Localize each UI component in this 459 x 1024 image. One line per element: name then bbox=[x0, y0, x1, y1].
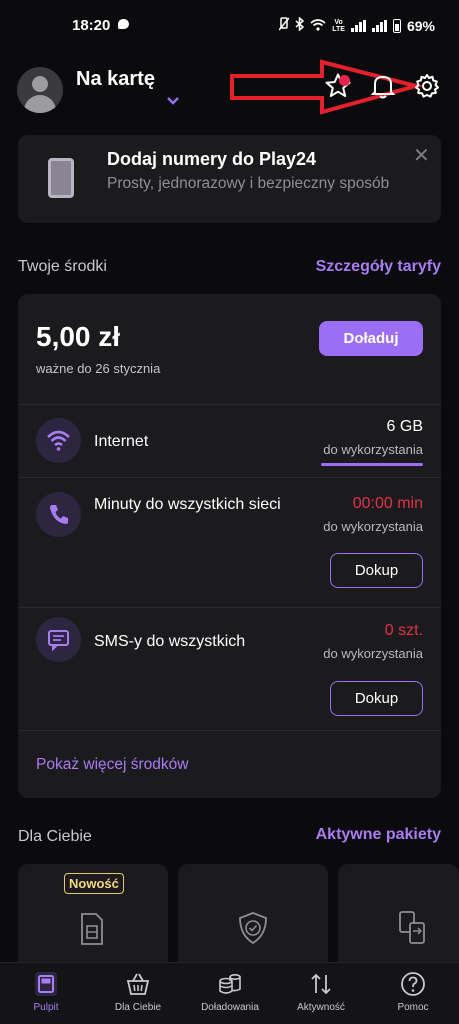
minutes-label: Minuty do wszystkich sieci bbox=[94, 496, 281, 513]
signal-2-icon bbox=[371, 19, 387, 32]
notification-dot bbox=[339, 75, 350, 86]
nav-activity[interactable]: Aktywność bbox=[275, 963, 367, 1024]
battery-icon bbox=[392, 18, 401, 33]
play24-banner[interactable]: Dodaj numery do Play24 Prosty, jednorazo… bbox=[18, 135, 441, 223]
banner-title: Dodaj numery do Play24 bbox=[107, 149, 317, 169]
close-icon[interactable]: ✕ bbox=[413, 143, 430, 168]
status-icons: Vo LTE 69% bbox=[278, 16, 435, 34]
nav-topups[interactable]: Doładowania bbox=[184, 963, 276, 1024]
balance-card: 5,00 zł ważne do 26 stycznia Doładuj Int… bbox=[18, 294, 441, 798]
basket-icon bbox=[126, 973, 150, 995]
avatar[interactable] bbox=[17, 67, 63, 113]
avatar-body bbox=[24, 95, 56, 113]
volte-icon: Vo LTE bbox=[332, 18, 345, 33]
sms-icon bbox=[36, 617, 81, 662]
internet-value: 6 GB bbox=[386, 418, 423, 435]
topup-button[interactable]: Doładuj bbox=[319, 321, 423, 356]
sms-sub: do wykorzystania bbox=[323, 646, 423, 661]
signal-1-icon bbox=[350, 19, 366, 32]
balance-section-title: Twoje środki bbox=[18, 258, 107, 275]
divider bbox=[18, 477, 441, 478]
buy-minutes-button[interactable]: Dokup bbox=[330, 553, 423, 588]
nav-help[interactable]: Pomoc bbox=[367, 963, 459, 1024]
balance-amount: 5,00 zł bbox=[36, 321, 121, 352]
for-you-title: Dla Ciebie bbox=[18, 828, 92, 845]
tariff-details-link[interactable]: Szczegóły taryfy bbox=[316, 258, 441, 276]
offer-tile-sim[interactable]: Nowość bbox=[18, 864, 168, 964]
status-bar: 18:20 Vo LTE 69% bbox=[0, 0, 459, 54]
nav-activity-label: Aktywność bbox=[297, 1002, 345, 1013]
balance-valid-until: ważne do 26 stycznia bbox=[36, 361, 161, 376]
help-icon bbox=[401, 972, 425, 996]
battery-percent: 69% bbox=[406, 17, 435, 34]
sms-label: SMS-y do wszystkich bbox=[94, 633, 246, 650]
divider bbox=[18, 607, 441, 608]
wifi-icon bbox=[36, 418, 81, 463]
gear-icon[interactable] bbox=[413, 72, 441, 100]
active-packages-link[interactable]: Aktywne pakiety bbox=[316, 826, 441, 844]
phone-icon bbox=[36, 492, 81, 537]
divider bbox=[18, 730, 441, 731]
status-time: 18:20 bbox=[72, 17, 111, 34]
nav-dashboard-label: Pulpit bbox=[33, 1002, 59, 1013]
buy-sms-button[interactable]: Dokup bbox=[330, 681, 423, 716]
phone-device-icon bbox=[48, 158, 74, 198]
avatar-head bbox=[32, 76, 48, 92]
nav-dashboard[interactable]: Pulpit bbox=[0, 963, 92, 1024]
minutes-sub: do wykorzystania bbox=[323, 519, 423, 534]
mute-icon bbox=[278, 17, 290, 34]
sim-card-icon bbox=[81, 913, 103, 945]
minutes-value: 00:00 min bbox=[352, 495, 423, 512]
internet-label: Internet bbox=[94, 433, 149, 450]
wifi-status-icon bbox=[310, 18, 326, 34]
nav-for-you-label: Dla Ciebie bbox=[114, 1002, 162, 1013]
bluetooth-icon bbox=[295, 16, 305, 34]
offer-tile-swap[interactable] bbox=[338, 864, 459, 964]
chat-notification-icon bbox=[118, 19, 129, 29]
bell-icon[interactable] bbox=[370, 72, 396, 100]
plan-title[interactable]: Na kartę bbox=[76, 68, 155, 91]
show-more-resources-link[interactable]: Pokaż więcej środków bbox=[36, 756, 188, 774]
offer-tile-security[interactable] bbox=[178, 864, 328, 964]
divider bbox=[18, 404, 441, 405]
internet-progress-bar bbox=[321, 463, 423, 466]
coins-icon bbox=[219, 973, 241, 994]
shield-check-icon bbox=[239, 912, 267, 945]
bottom-navigation: Pulpit Dla Ciebie Doładowania Aktywność bbox=[0, 962, 459, 1024]
dashboard-icon bbox=[35, 972, 57, 996]
new-badge: Nowość bbox=[64, 873, 124, 894]
sim-swap-icon bbox=[399, 911, 425, 944]
nav-help-label: Pomoc bbox=[397, 1002, 429, 1013]
arrows-updown-icon bbox=[311, 973, 331, 995]
internet-sub: do wykorzystania bbox=[323, 442, 423, 457]
chevron-down-icon[interactable] bbox=[166, 95, 180, 107]
banner-subtitle: Prosty, jednorazowy i bezpieczny sposób bbox=[107, 175, 390, 192]
sms-value: 0 szt. bbox=[384, 622, 423, 639]
nav-for-you[interactable]: Dla Ciebie bbox=[92, 963, 184, 1024]
nav-topups-label: Doładowania bbox=[201, 1002, 259, 1013]
